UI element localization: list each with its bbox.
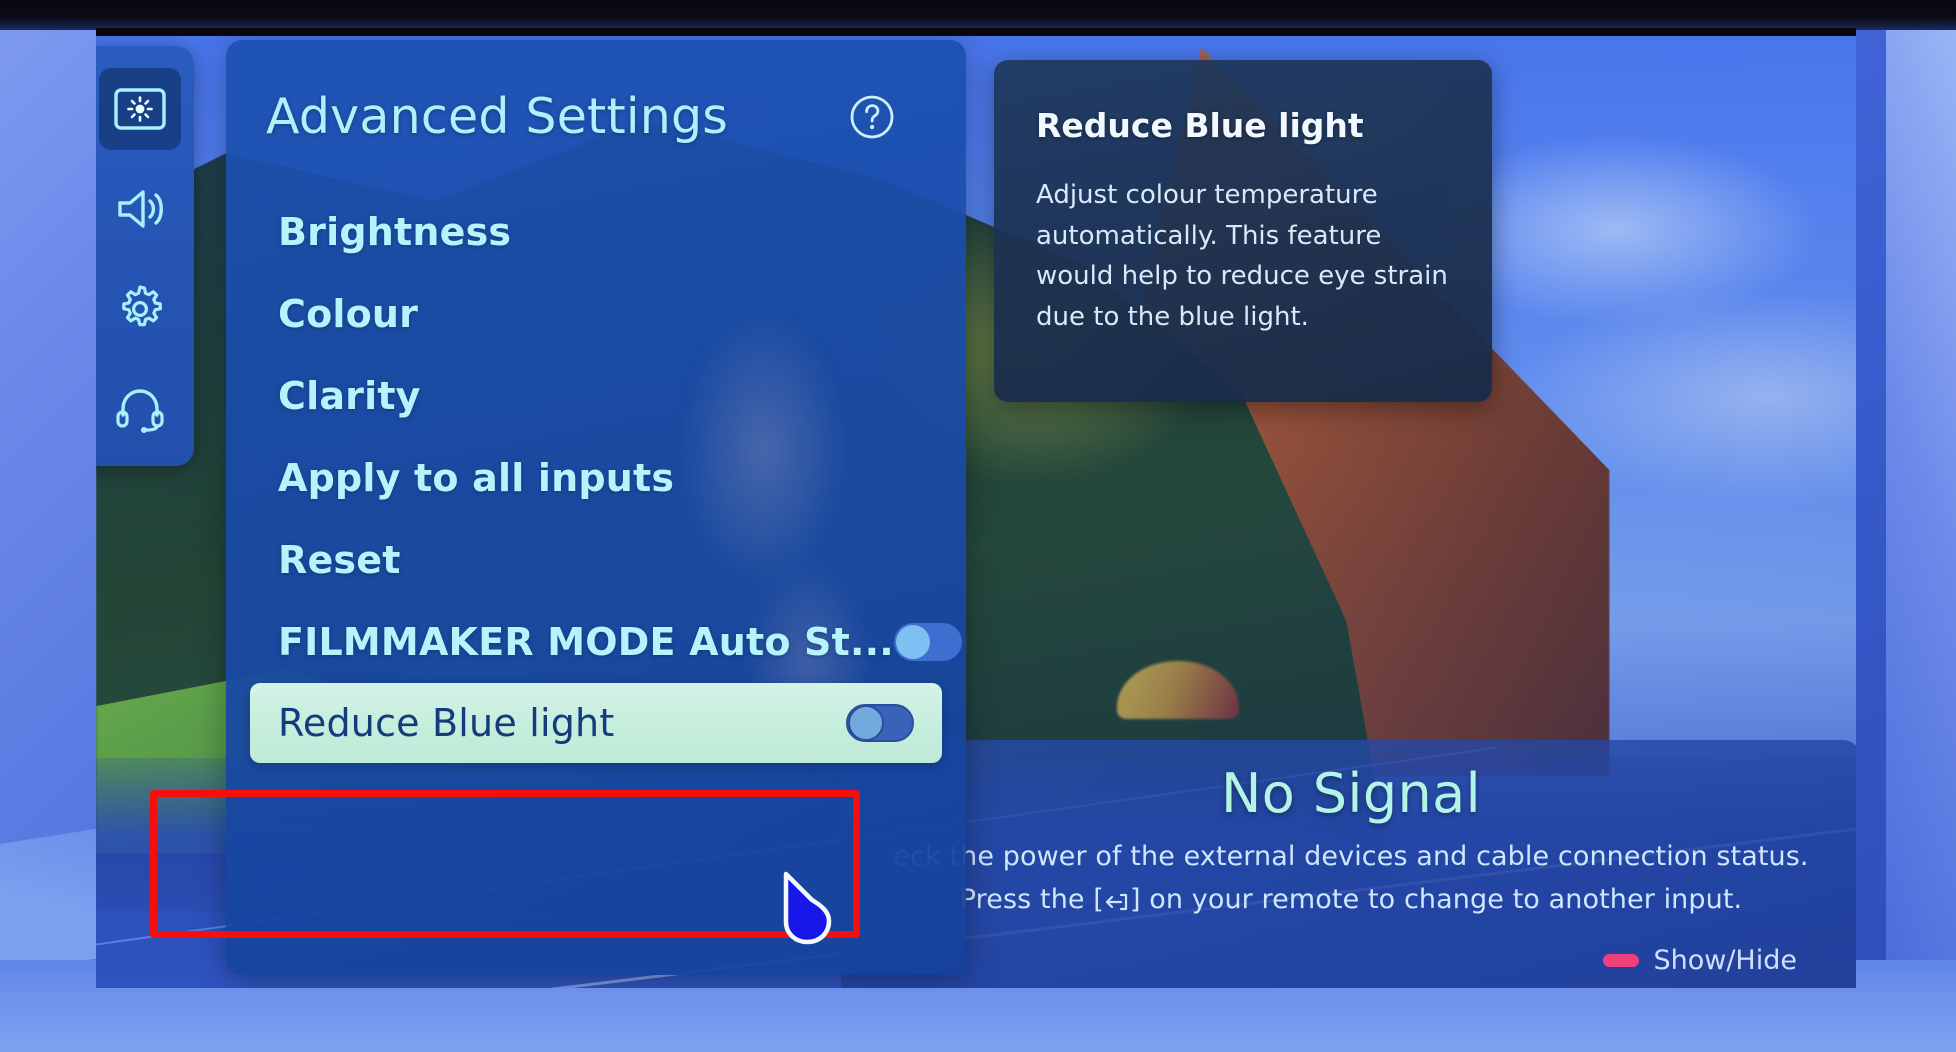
toggle-knob <box>895 625 930 659</box>
tooltip-title: Reduce Blue light <box>1036 106 1364 145</box>
reduce-blue-light-toggle[interactable] <box>846 704 914 742</box>
setting-label: Colour <box>278 292 419 336</box>
room-ceiling-shadow <box>0 0 1956 30</box>
no-signal-line-2-before: Press the [ <box>959 884 1104 915</box>
no-signal-title: No Signal <box>1220 762 1482 825</box>
setting-label: Brightness <box>278 210 512 254</box>
page-title: Advanced Settings <box>266 88 728 145</box>
toggle-knob <box>848 705 884 741</box>
settings-category-rail[interactable] <box>96 46 194 466</box>
advanced-settings-panel: Advanced Settings Brightness Colour Clar… <box>226 40 966 975</box>
no-signal-line-2: Press the [ ] on your remote to change to… <box>841 884 1856 917</box>
tv-bezel-top <box>96 28 1856 36</box>
pointer-cursor <box>780 868 838 946</box>
sidebar-item-support[interactable] <box>99 368 181 450</box>
volume-icon <box>113 186 167 232</box>
sidebar-item-picture[interactable] <box>99 68 181 150</box>
input-source-icon <box>1104 886 1130 917</box>
setting-label: FILMMAKER MODE Auto St... <box>278 620 894 664</box>
no-signal-line-1: eck the power of the external devices an… <box>893 841 1809 872</box>
tv-photo-screenshot: Advanced Settings Brightness Colour Clar… <box>0 0 1956 1052</box>
gear-icon <box>114 283 166 335</box>
show-hide-label: Show/Hide <box>1653 945 1797 976</box>
no-signal-line-2-after: ] on your remote to change to another in… <box>1129 884 1743 915</box>
settings-header: Advanced Settings <box>226 40 966 145</box>
setting-row-reset[interactable]: Reset <box>226 519 966 601</box>
setting-row-brightness[interactable]: Brightness <box>226 191 966 273</box>
no-signal-card: No Signal eck the power of the external … <box>841 740 1856 988</box>
setting-row-filmmaker-mode-auto-start[interactable]: FILMMAKER MODE Auto St... <box>226 601 966 683</box>
headset-icon <box>114 384 166 434</box>
filmmaker-mode-toggle[interactable] <box>893 623 962 661</box>
picture-icon <box>113 87 167 131</box>
setting-label: Clarity <box>278 374 421 418</box>
setting-row-clarity[interactable]: Clarity <box>226 355 966 437</box>
no-signal-footer[interactable]: Show/Hide <box>841 945 1856 976</box>
room-right-wall <box>1886 28 1956 1052</box>
setting-label: Apply to all inputs <box>278 456 675 500</box>
sidebar-item-sound[interactable] <box>99 168 181 250</box>
question-circle-icon[interactable] <box>848 93 896 141</box>
settings-list: Brightness Colour Clarity Apply to all i… <box>226 191 966 763</box>
tooltip-body: Adjust colour temperature automatically.… <box>1036 180 1448 332</box>
tv-screen: Advanced Settings Brightness Colour Clar… <box>96 28 1856 988</box>
setting-row-colour[interactable]: Colour <box>226 273 966 355</box>
setting-row-apply-to-all-inputs[interactable]: Apply to all inputs <box>226 437 966 519</box>
setting-row-reduce-blue-light[interactable]: Reduce Blue light <box>250 683 942 763</box>
dash-key-icon <box>1603 954 1640 967</box>
setting-description-tooltip: Reduce Blue light Adjust colour temperat… <box>994 60 1492 402</box>
setting-label: Reset <box>278 538 401 582</box>
sidebar-item-general[interactable] <box>99 268 181 350</box>
setting-label: Reduce Blue light <box>278 701 615 745</box>
